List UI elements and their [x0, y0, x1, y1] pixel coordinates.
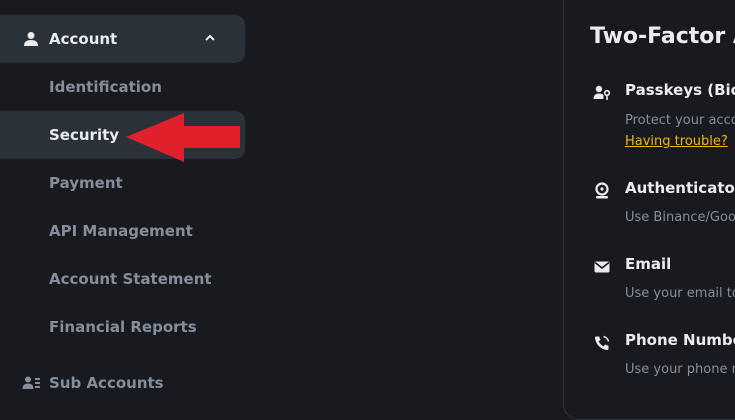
sidebar-item-account-statement[interactable]: Account Statement — [0, 255, 245, 303]
method-description: Use Binance/Goog — [625, 210, 735, 225]
sidebar-item-label: Identification — [49, 78, 162, 96]
sidebar-item-identification[interactable]: Identification — [0, 63, 245, 111]
having-trouble-link[interactable]: Having trouble? — [625, 134, 728, 149]
method-description: Use your email to — [625, 286, 735, 301]
sidebar-item-label: Sub Accounts — [49, 374, 164, 392]
sidebar-section-label: Account — [49, 30, 118, 48]
method-title: Email — [625, 255, 672, 273]
user-icon — [24, 32, 38, 46]
sidebar-item-api-management[interactable]: API Management — [0, 207, 245, 255]
method-description: Protect your acco — [625, 113, 735, 128]
sidebar-section-account[interactable]: Account — [0, 15, 245, 63]
sidebar-item-label: Financial Reports — [49, 318, 197, 336]
sidebar: Account Identification Security Payment … — [0, 0, 250, 402]
method-title: Passkeys (Biom — [625, 81, 735, 99]
authenticator-icon — [595, 182, 609, 199]
sidebar-item-label: Account Statement — [49, 270, 212, 288]
sidebar-item-sub-accounts[interactable]: Sub Accounts — [0, 359, 245, 407]
sidebar-item-label: Payment — [49, 174, 123, 192]
email-icon — [594, 261, 610, 273]
method-title: Authenticator A — [625, 179, 735, 197]
sidebar-item-label: API Management — [49, 222, 193, 240]
method-title: Phone Number — [625, 331, 735, 349]
sidebar-item-label: Security — [49, 126, 120, 144]
passkey-icon — [593, 85, 611, 100]
phone-icon — [595, 335, 610, 350]
panel-title: Two-Factor A — [590, 24, 735, 49]
sidebar-item-payment[interactable]: Payment — [0, 159, 245, 207]
sub-accounts-icon — [22, 376, 40, 389]
sidebar-item-financial-reports[interactable]: Financial Reports — [0, 303, 245, 351]
method-description: Use your phone n — [625, 362, 735, 377]
annotation-arrow — [126, 113, 240, 162]
two-factor-panel: Two-Factor A Passkeys (Biom Protect your… — [563, 0, 735, 420]
chevron-up-icon[interactable] — [203, 31, 217, 45]
